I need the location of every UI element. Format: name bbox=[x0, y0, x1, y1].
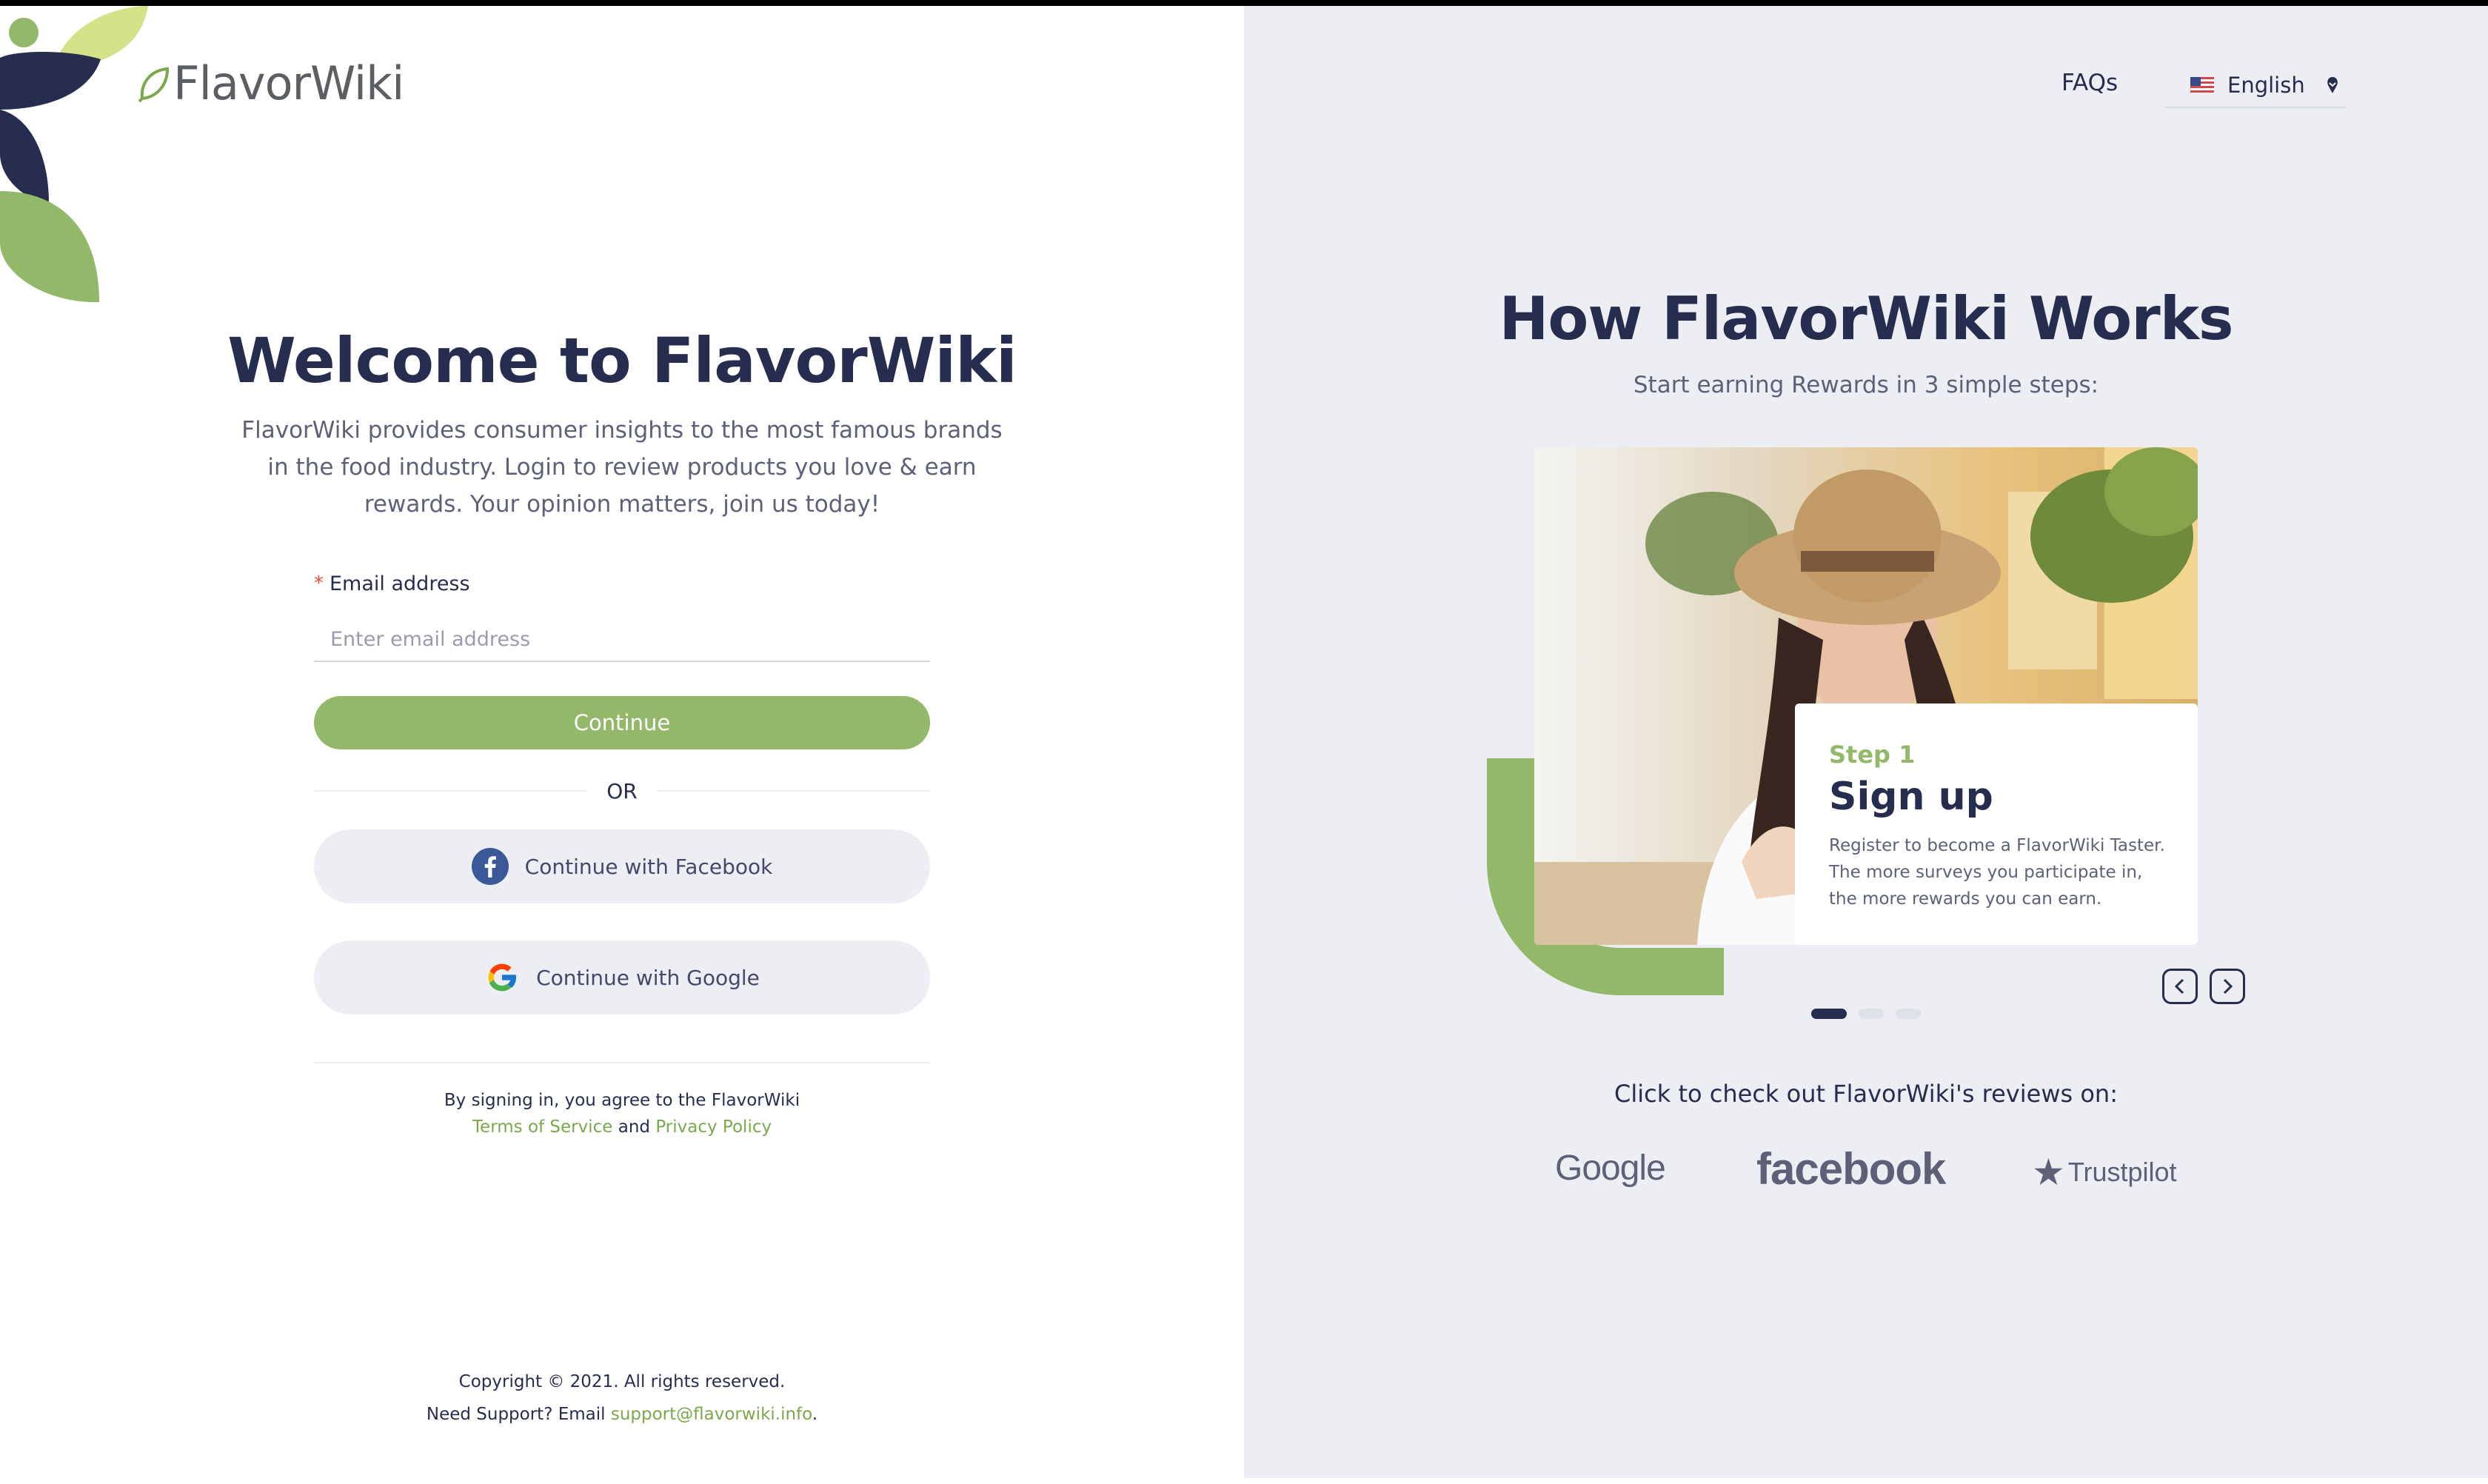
email-field[interactable] bbox=[314, 618, 930, 662]
carousel-prev-button[interactable] bbox=[2162, 969, 2198, 1004]
chevron-down-icon bbox=[2326, 76, 2339, 95]
how-it-works-title: How FlavorWiki Works bbox=[1499, 284, 2233, 353]
brand-name: FlavorWiki bbox=[173, 56, 404, 110]
or-label: OR bbox=[606, 778, 638, 803]
google-reviews-link[interactable]: Google bbox=[1555, 1148, 1666, 1189]
us-flag-icon bbox=[2190, 77, 2214, 93]
terms-links: Terms of Service and Privacy Policy bbox=[314, 1114, 930, 1140]
facebook-login-button[interactable]: Continue with Facebook bbox=[314, 829, 930, 903]
email-label: * Email address bbox=[314, 569, 930, 598]
leaf-icon bbox=[138, 67, 170, 102]
google-icon bbox=[484, 960, 520, 995]
language-select[interactable]: English bbox=[2165, 64, 2346, 108]
carousel-next-button[interactable] bbox=[2210, 969, 2245, 1004]
footer: Copyright © 2021. All rights reserved. N… bbox=[0, 1366, 1244, 1431]
faqs-link[interactable]: FAQs bbox=[2061, 70, 2118, 96]
review-links: Google facebook ★ Trustpilot bbox=[1244, 1137, 2488, 1211]
continue-button[interactable]: Continue bbox=[314, 696, 930, 749]
step-title: Sign up bbox=[1829, 775, 1993, 819]
facebook-login-label: Continue with Facebook bbox=[524, 854, 773, 879]
or-line-left bbox=[314, 790, 588, 792]
terms-of-service-link[interactable]: Terms of Service bbox=[472, 1117, 613, 1137]
carousel-dot[interactable] bbox=[1859, 1009, 1884, 1019]
login-form: * Email address Continue OR Continue wit… bbox=[314, 569, 930, 1140]
welcome-title: Welcome to FlavorWiki bbox=[227, 324, 1017, 397]
google-login-button[interactable]: Continue with Google bbox=[314, 940, 930, 1015]
or-separator: OR bbox=[314, 776, 930, 806]
brand-logo[interactable]: FlavorWiki bbox=[138, 56, 404, 110]
facebook-icon bbox=[471, 848, 509, 885]
chevron-right-icon bbox=[2223, 978, 2233, 995]
steps-carousel: Step 1 Sign up Register to become a Flav… bbox=[1244, 447, 2488, 1025]
google-login-label: Continue with Google bbox=[536, 965, 760, 990]
terms-and: and bbox=[618, 1117, 651, 1137]
support-line: Need Support? Email support@flavorwiki.i… bbox=[0, 1398, 1244, 1431]
form-divider bbox=[314, 1062, 930, 1063]
step-card: Step 1 Sign up Register to become a Flav… bbox=[1795, 703, 2198, 945]
chevron-left-icon bbox=[2174, 978, 2184, 995]
welcome-intro: FlavorWiki provides consumer insights to… bbox=[241, 417, 1003, 518]
reviews-title: Click to check out FlavorWiki's reviews … bbox=[1614, 1080, 2118, 1108]
login-panel: FlavorWiki Welcome to FlavorWiki FlavorW… bbox=[0, 6, 1244, 1484]
trustpilot-reviews-link[interactable]: ★ Trustpilot bbox=[2032, 1151, 2177, 1194]
carousel-dots bbox=[1811, 1009, 1933, 1019]
step-description: Register to become a FlavorWiki Taster. … bbox=[1829, 836, 2165, 909]
copyright-text: Copyright © 2021. All rights reserved. bbox=[458, 1372, 786, 1391]
terms-prefix: By signing in, you agree to the FlavorWi… bbox=[444, 1091, 800, 1110]
facebook-reviews-link[interactable]: facebook bbox=[1756, 1143, 1946, 1194]
support-prefix: Need Support? Email bbox=[426, 1405, 606, 1424]
privacy-policy-link[interactable]: Privacy Policy bbox=[655, 1117, 772, 1137]
or-line-right bbox=[656, 790, 930, 792]
how-it-works-subtitle: Start earning Rewards in 3 simple steps: bbox=[1633, 372, 2099, 398]
carousel-dot[interactable] bbox=[1896, 1009, 1921, 1019]
welcome-heading-wrap: Welcome to FlavorWiki bbox=[0, 324, 1244, 397]
decorative-leaves bbox=[0, 6, 148, 303]
trustpilot-label: Trustpilot bbox=[2067, 1157, 2177, 1187]
support-email-link[interactable]: support@flavorwiki.info bbox=[611, 1405, 812, 1424]
email-label-text: Email address bbox=[330, 572, 470, 595]
required-asterisk: * bbox=[314, 572, 324, 595]
terms-notice: By signing in, you agree to the FlavorWi… bbox=[314, 1087, 930, 1140]
top-bar bbox=[0, 0, 2488, 6]
carousel-dot[interactable] bbox=[1811, 1009, 1847, 1019]
support-suffix: . bbox=[812, 1405, 818, 1424]
star-icon: ★ bbox=[2032, 1152, 2065, 1193]
language-label: English bbox=[2227, 73, 2305, 98]
info-panel: FAQs English How FlavorWiki Works Start … bbox=[1244, 6, 2488, 1478]
step-number: Step 1 bbox=[1829, 741, 1916, 769]
